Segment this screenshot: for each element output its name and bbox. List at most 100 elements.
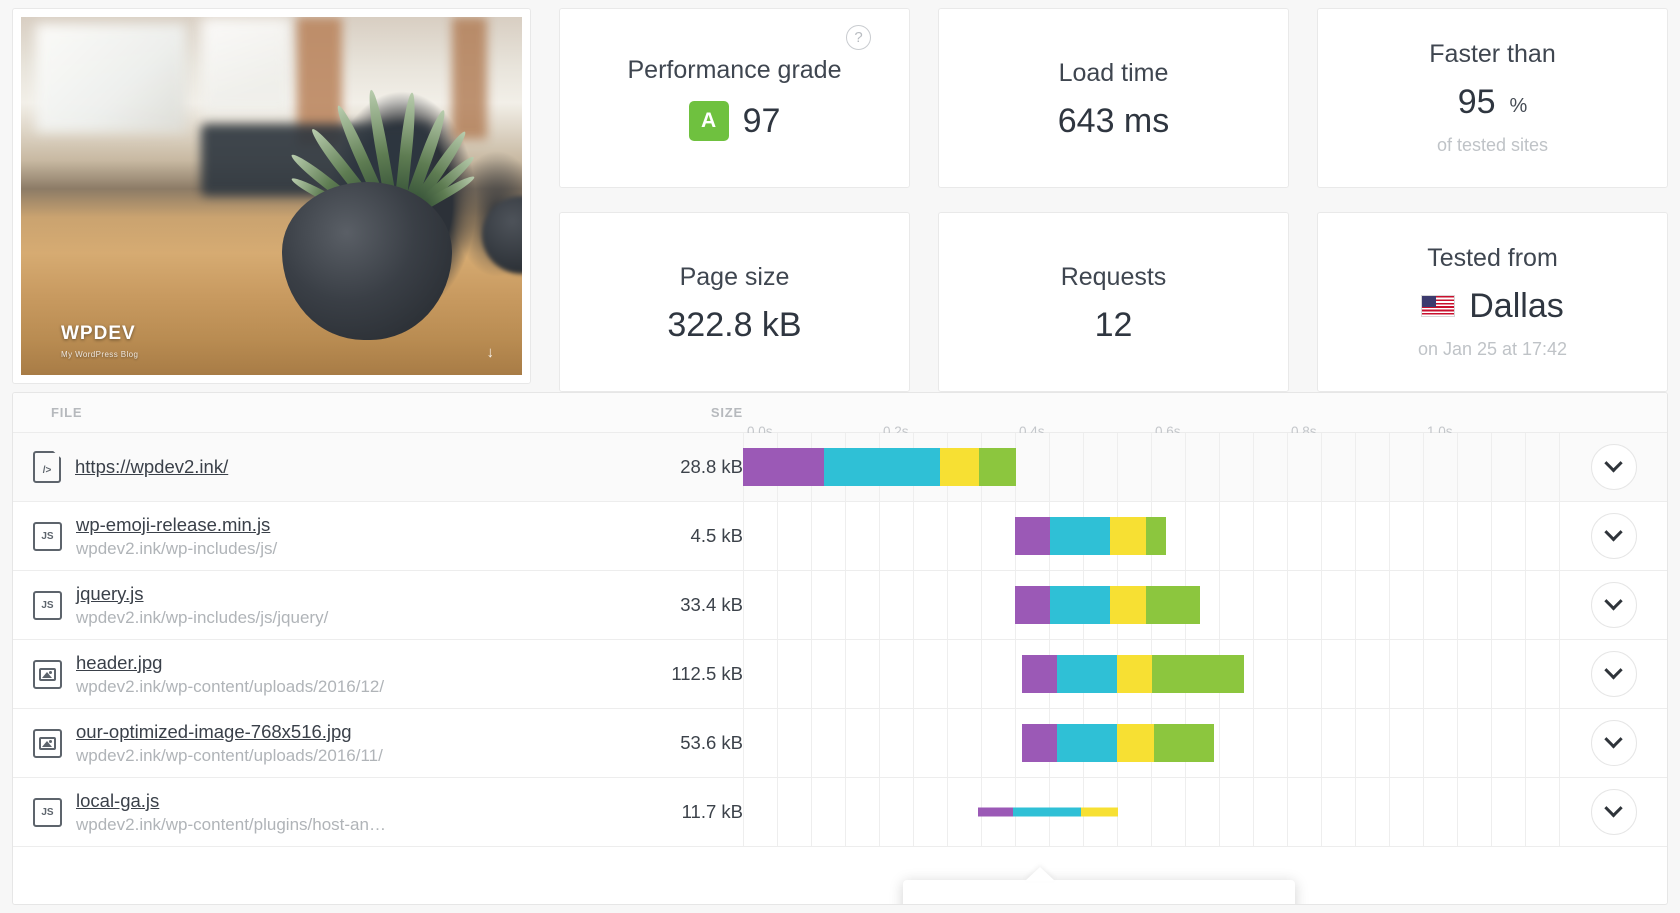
timeline-cell[interactable] [743, 709, 1560, 777]
timing-segment-wait[interactable] [1110, 517, 1146, 555]
timing-segment-connect[interactable] [823, 448, 941, 486]
expand-row-button[interactable] [1590, 513, 1637, 559]
thumbnail-brand: WPDEV [61, 323, 136, 344]
chevron-down-icon [1604, 591, 1623, 610]
expand-cell [1559, 433, 1667, 501]
js-file-icon: JS [33, 797, 62, 827]
tested-from-location: Dallas [1469, 287, 1564, 325]
tooltip-phase-list: DNS0 msSSL119 msConnect171 msSend0 msWai… [931, 902, 1267, 905]
expand-cell [1559, 571, 1667, 639]
file-name-wrap: local-ga.js wpdev2.ink/wp-content/plugins… [76, 790, 386, 835]
timing-segment-connect[interactable] [1057, 655, 1117, 693]
file-link[interactable]: our-optimized-image-768x516.jpg [76, 721, 383, 743]
file-cell: our-optimized-image-768x516.jpg wpdev2.in… [13, 709, 603, 777]
load-time-value: 643 ms [1057, 101, 1170, 140]
expand-row-button[interactable] [1590, 720, 1637, 766]
timing-segment-receive[interactable] [978, 448, 1016, 486]
timeline-cell[interactable] [743, 778, 1560, 846]
expand-row-button[interactable] [1590, 651, 1637, 697]
file-link[interactable]: wp-emoji-release.min.js [76, 514, 277, 536]
timeline-cell[interactable] [743, 433, 1560, 501]
header-size: SIZE [710, 405, 743, 420]
help-icon[interactable]: ? [846, 25, 871, 50]
file-link[interactable]: jquery.js [76, 583, 328, 605]
file-name-wrap: wp-emoji-release.min.js wpdev2.ink/wp-inc… [76, 514, 277, 559]
file-name-wrap: our-optimized-image-768x516.jpg wpdev2.in… [76, 721, 383, 766]
table-row[interactable]: JS wp-emoji-release.min.js wpdev2.ink/wp-i… [13, 502, 1667, 571]
performance-grade-value: A 97 [688, 100, 780, 141]
timing-bar[interactable] [743, 448, 1016, 486]
table-row[interactable]: our-optimized-image-768x516.jpg wpdev2.in… [13, 709, 1667, 778]
file-cell: JS wp-emoji-release.min.js wpdev2.ink/wp-i… [13, 502, 603, 570]
timing-segment-ssl[interactable] [1014, 586, 1051, 624]
file-path: wpdev2.ink/wp-content/uploads/2016/11/ [76, 745, 383, 765]
timing-segment-ssl[interactable] [743, 448, 824, 486]
expand-row-button[interactable] [1590, 582, 1637, 628]
expand-cell [1559, 502, 1667, 570]
timeline-cell[interactable] [743, 571, 1560, 639]
file-size: 112.5 kB [671, 663, 743, 684]
file-link[interactable]: header.jpg [76, 652, 384, 674]
table-row[interactable]: JS local-ga.js wpdev2.ink/wp-content/plugi… [13, 778, 1667, 847]
timing-bar[interactable] [1014, 517, 1166, 555]
file-size: 28.8 kB [680, 456, 743, 477]
faster-than-sub: of tested sites [1436, 135, 1549, 155]
timing-segment-receive[interactable] [1145, 586, 1200, 624]
tested-from-label: Tested from [1427, 244, 1558, 272]
file-size: 53.6 kB [680, 732, 743, 753]
page-size-card: Page size 322.8 kB [559, 212, 910, 392]
timeline-cell[interactable] [743, 640, 1560, 708]
timing-segment-connect[interactable] [1050, 517, 1111, 555]
timing-segment-wait[interactable] [1116, 724, 1155, 762]
timing-segment-connect[interactable] [1012, 807, 1081, 817]
file-cell: /> https://wpdev2.ink/ [13, 433, 603, 501]
image-file-icon [33, 728, 62, 758]
timing-bar[interactable] [1014, 586, 1200, 624]
timing-segment-ssl[interactable] [1021, 724, 1058, 762]
timing-bar[interactable] [977, 807, 1119, 817]
timing-segment-wait[interactable] [940, 448, 979, 486]
timing-segment-ssl[interactable] [1021, 655, 1058, 693]
timing-segment-receive[interactable] [1154, 724, 1215, 762]
timing-segment-receive[interactable] [1145, 517, 1166, 555]
timing-bar[interactable] [1021, 655, 1245, 693]
timing-segment-ssl[interactable] [977, 807, 1013, 817]
requests-label: Requests [1060, 262, 1167, 291]
table-row[interactable]: /> https://wpdev2.ink/28.8 kB [13, 433, 1667, 502]
requests-value: 12 [1094, 305, 1133, 344]
table-header: FILE SIZE 0.0s 0.2s 0.4s 0.6s 0.8s 1.0s [13, 393, 1667, 439]
faster-than-value: 95 % [1458, 85, 1528, 119]
header-file: FILE [51, 405, 83, 420]
chevron-down-icon [1604, 798, 1623, 817]
timing-segment-connect[interactable] [1057, 724, 1117, 762]
chevron-down-icon [1604, 729, 1623, 748]
plant-pot [281, 181, 452, 340]
file-cell: JS jquery.js wpdev2.ink/wp-includes/js/jqu… [13, 571, 603, 639]
stat-cards-grid: ? Performance grade A 97 Load time 643 m… [559, 8, 1668, 392]
chevron-down-icon [1604, 453, 1623, 472]
expand-row-button[interactable] [1590, 789, 1637, 835]
percent-unit: % [1509, 95, 1528, 117]
timeline-cell[interactable] [743, 502, 1560, 570]
page-size-label: Page size [679, 262, 790, 291]
performance-grade-label: Performance grade [627, 55, 842, 84]
timing-bar[interactable] [1021, 724, 1215, 762]
file-cell: JS local-ga.js wpdev2.ink/wp-content/plugi… [13, 778, 603, 846]
expand-row-button[interactable] [1590, 444, 1637, 490]
file-link[interactable]: https://wpdev2.ink/ [75, 456, 228, 478]
timing-segment-wait[interactable] [1110, 586, 1146, 624]
file-name-wrap: https://wpdev2.ink/ [75, 456, 228, 478]
summary-area: WPDEV My WordPress Blog ↓ ? Performance … [0, 0, 1680, 392]
chevron-down-icon [1604, 660, 1623, 679]
table-row[interactable]: header.jpg wpdev2.ink/wp-content/uploads/… [13, 640, 1667, 709]
file-link[interactable]: local-ga.js [76, 790, 386, 812]
expand-cell [1559, 640, 1667, 708]
timing-segment-wait[interactable] [1080, 807, 1119, 817]
table-row[interactable]: JS jquery.js wpdev2.ink/wp-includes/js/jqu… [13, 571, 1667, 640]
timing-segment-ssl[interactable] [1014, 517, 1051, 555]
timing-segment-connect[interactable] [1050, 586, 1111, 624]
timing-segment-receive[interactable] [1152, 655, 1245, 693]
expand-cell [1559, 778, 1667, 846]
timing-segment-wait[interactable] [1116, 655, 1153, 693]
phase-value: 0 ms [1221, 904, 1267, 905]
